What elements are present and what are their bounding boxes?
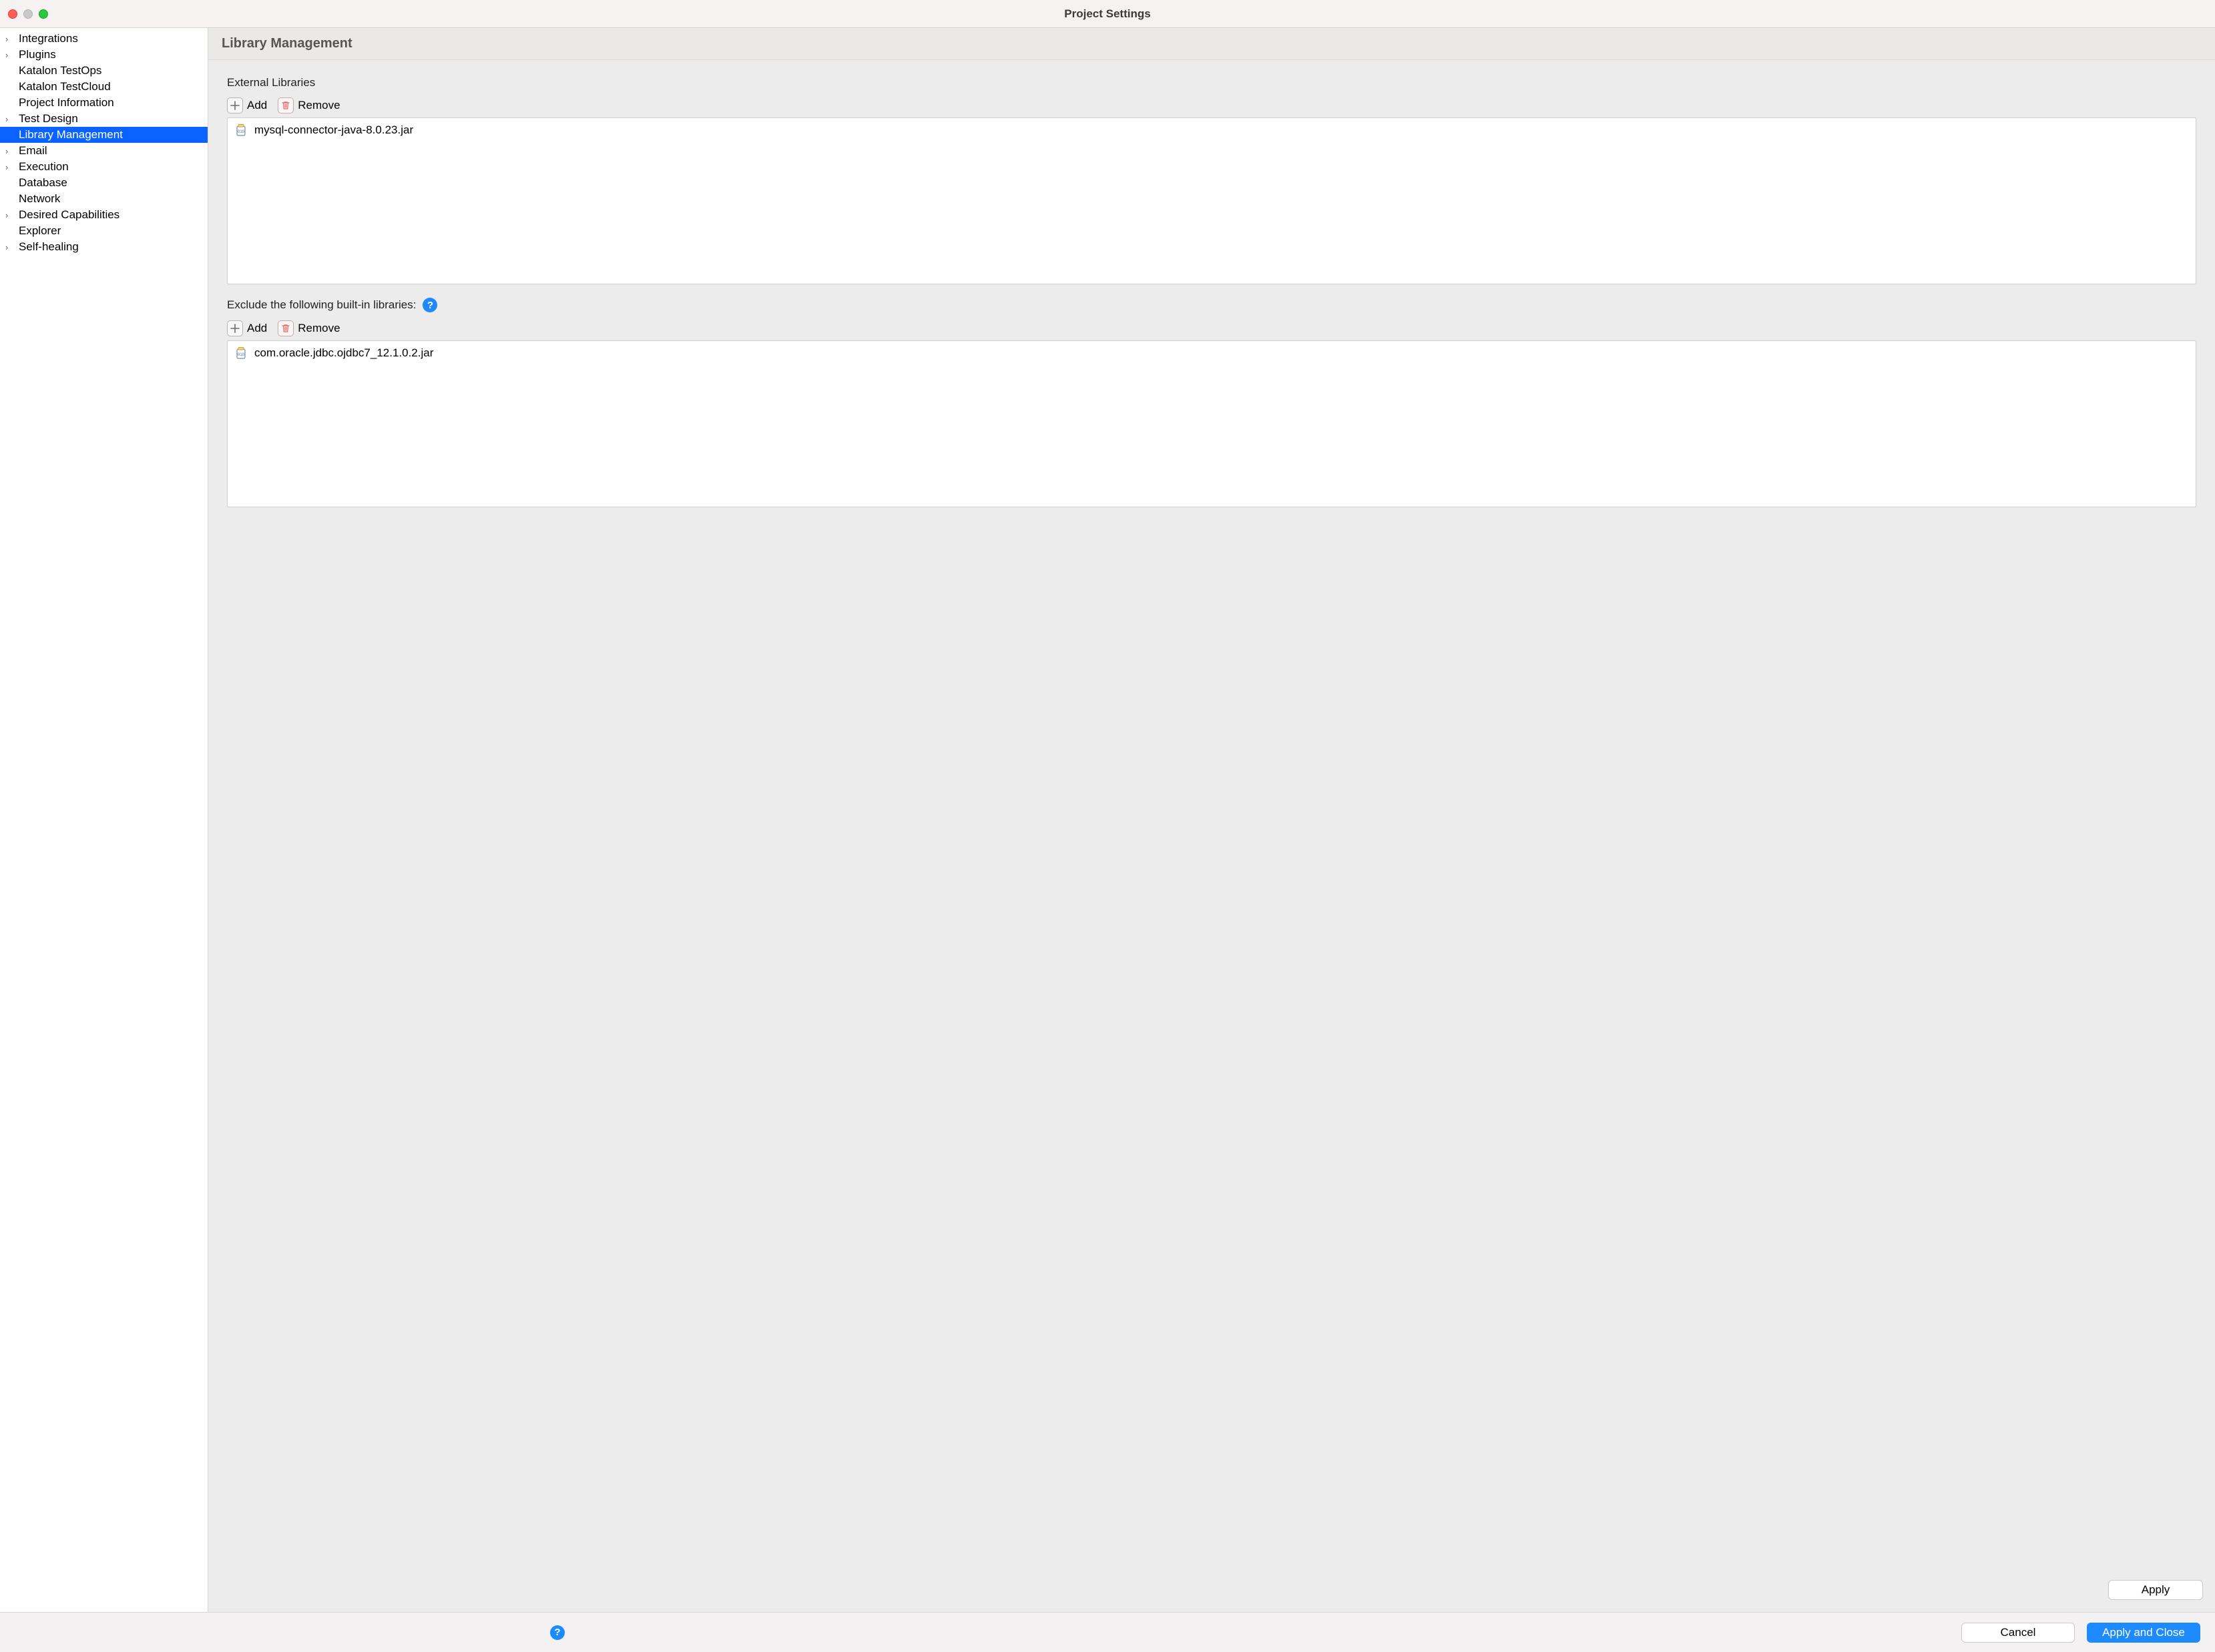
sidebar-item[interactable]: ›Execution — [0, 159, 208, 175]
sidebar-item-label: Plugins — [15, 48, 56, 61]
external-remove-button[interactable]: Remove — [278, 97, 340, 113]
exclude-remove-label: Remove — [298, 322, 340, 335]
exclude-builtin-list[interactable]: 010 com.oracle.jdbc.ojdbc7_12.1.0.2.jar — [227, 340, 2196, 507]
exclude-add-button[interactable]: Add — [227, 320, 267, 336]
chevron-right-icon: › — [5, 50, 15, 60]
sidebar-item-label: Execution — [15, 160, 69, 174]
sidebar-item-label: Test Design — [15, 112, 78, 125]
sidebar-item-label: Integrations — [15, 32, 78, 45]
sidebar-item[interactable]: ›Test Design — [0, 111, 208, 127]
main: ›Integrations›PluginsKatalon TestOpsKata… — [0, 28, 2215, 1612]
settings-tree: ›Integrations›PluginsKatalon TestOpsKata… — [0, 28, 208, 255]
sidebar-item[interactable]: Network — [0, 191, 208, 207]
content-header: Library Management — [208, 28, 2215, 60]
sidebar-item[interactable]: Project Information — [0, 95, 208, 111]
sidebar-item-label: Network — [15, 192, 60, 206]
titlebar: Project Settings — [0, 0, 2215, 28]
footer-help-icon[interactable]: ? — [550, 1625, 565, 1640]
svg-text:010: 010 — [238, 130, 245, 134]
window-title: Project Settings — [0, 7, 2215, 21]
sidebar-item-label: Desired Capabilities — [15, 208, 119, 222]
sidebar-item[interactable]: ›Self-healing — [0, 239, 208, 255]
jar-file-icon: 010 — [234, 346, 248, 360]
trash-icon — [278, 320, 294, 336]
sidebar: ›Integrations›PluginsKatalon TestOpsKata… — [0, 28, 208, 1612]
sidebar-item[interactable]: ›Desired Capabilities — [0, 207, 208, 223]
sidebar-item-label: Katalon TestOps — [15, 64, 101, 77]
exclude-remove-button[interactable]: Remove — [278, 320, 340, 336]
trash-icon — [278, 97, 294, 113]
chevron-right-icon: › — [5, 210, 15, 220]
sidebar-item[interactable]: ›Integrations — [0, 31, 208, 47]
external-add-label: Add — [247, 99, 267, 112]
exclude-builtin-toolbar: Add Remove — [227, 320, 2196, 336]
chevron-right-icon: › — [5, 242, 15, 252]
sidebar-item-label: Katalon TestCloud — [15, 80, 111, 93]
apply-button[interactable]: Apply — [2108, 1580, 2203, 1600]
exclude-builtin-title-row: Exclude the following built-in libraries… — [227, 298, 2196, 312]
external-add-button[interactable]: Add — [227, 97, 267, 113]
sidebar-item[interactable]: Katalon TestOps — [0, 63, 208, 79]
jar-file-icon: 010 — [234, 123, 248, 137]
plus-icon — [227, 97, 243, 113]
plus-icon — [227, 320, 243, 336]
apply-row: Apply — [208, 1568, 2215, 1612]
exclude-builtin-section: Exclude the following built-in libraries… — [227, 298, 2196, 507]
help-icon[interactable]: ? — [423, 298, 437, 312]
content-body: External Libraries Add Remove — [208, 60, 2215, 1568]
external-libraries-section: External Libraries Add Remove — [227, 76, 2196, 284]
sidebar-item-label: Explorer — [15, 224, 61, 238]
cancel-button[interactable]: Cancel — [1961, 1623, 2075, 1643]
apply-and-close-button[interactable]: Apply and Close — [2087, 1623, 2200, 1643]
chevron-right-icon: › — [5, 114, 15, 124]
chevron-right-icon: › — [5, 34, 15, 44]
sidebar-item-label: Project Information — [15, 96, 114, 109]
library-filename: com.oracle.jdbc.ojdbc7_12.1.0.2.jar — [254, 346, 433, 360]
external-remove-label: Remove — [298, 99, 340, 112]
exclude-add-label: Add — [247, 322, 267, 335]
sidebar-item[interactable]: Katalon TestCloud — [0, 79, 208, 95]
sidebar-item[interactable]: ›Plugins — [0, 47, 208, 63]
svg-text:010: 010 — [238, 353, 245, 357]
library-filename: mysql-connector-java-8.0.23.jar — [254, 123, 413, 137]
sidebar-item-label: Database — [15, 176, 67, 190]
chevron-right-icon: › — [5, 162, 15, 172]
external-libraries-list[interactable]: 010 mysql-connector-java-8.0.23.jar — [227, 117, 2196, 284]
sidebar-item-label: Self-healing — [15, 240, 79, 254]
sidebar-item[interactable]: ›Email — [0, 143, 208, 159]
library-row[interactable]: 010 mysql-connector-java-8.0.23.jar — [228, 118, 2196, 142]
sidebar-item[interactable]: Database — [0, 175, 208, 191]
exclude-builtin-title: Exclude the following built-in libraries… — [227, 298, 416, 312]
content-pane: Library Management External Libraries Ad… — [208, 28, 2215, 1612]
sidebar-item[interactable]: Library Management — [0, 127, 208, 143]
sidebar-item-label: Library Management — [15, 128, 123, 142]
sidebar-item[interactable]: Explorer — [0, 223, 208, 239]
library-row[interactable]: 010 com.oracle.jdbc.ojdbc7_12.1.0.2.jar — [228, 341, 2196, 365]
chevron-right-icon: › — [5, 146, 15, 156]
external-libraries-toolbar: Add Remove — [227, 97, 2196, 113]
dialog-footer: ? Cancel Apply and Close — [0, 1612, 2215, 1652]
external-libraries-title: External Libraries — [227, 76, 2196, 89]
sidebar-item-label: Email — [15, 144, 47, 158]
